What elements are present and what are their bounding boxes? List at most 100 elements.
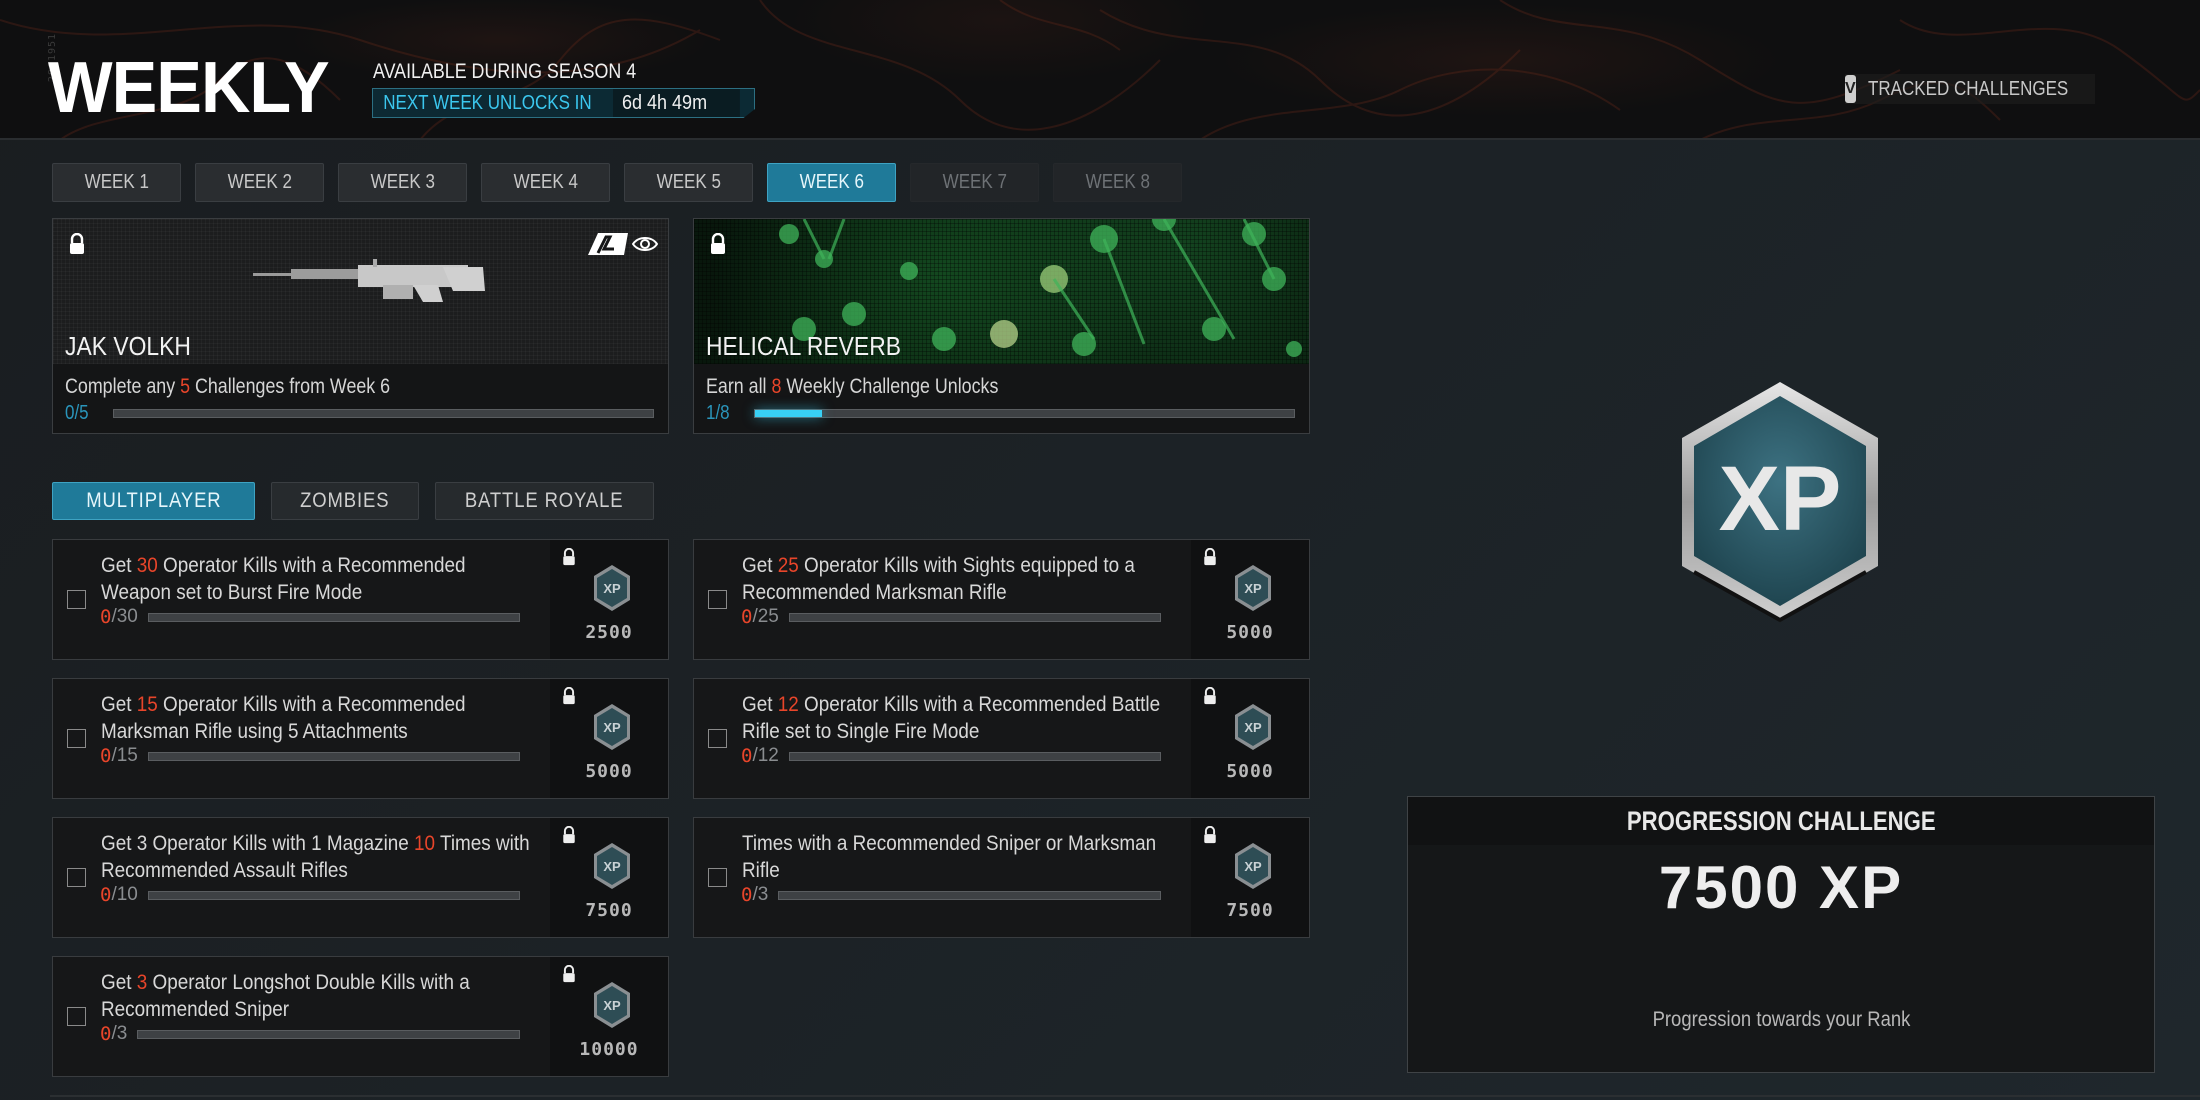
track-checkbox[interactable] [708,729,727,748]
tab-week-8[interactable]: WEEK 8 [1053,163,1182,202]
tab-week-5[interactable]: WEEK 5 [624,163,753,202]
svg-text:XP: XP [603,720,621,735]
reward-card-helical-reverb[interactable]: HELICAL REVERB Earn all 8 Weekly Challen… [693,218,1310,434]
tab-label: WEEK 5 [656,171,721,193]
challenge-description: Get 12 Operator Kills with a Recommended… [742,691,1160,745]
challenge-item[interactable]: Get 3 Operator Kills with 1 Magazine 10 … [52,817,669,938]
track-checkbox[interactable] [708,590,727,609]
tab-label: WEEK 7 [942,171,1007,193]
next-unlock-timer: NEXT WEEK UNLOCKS IN 6d 4h 49m [372,88,755,118]
track-checkbox[interactable] [67,1007,86,1026]
tab-week-2[interactable]: WEEK 2 [195,163,324,202]
progress-current: 0 [100,745,112,767]
desc-highlight: 25 [777,554,799,577]
progress-bar [147,612,520,622]
progress-total: /25 [752,606,779,627]
track-checkbox[interactable] [67,729,86,748]
challenge-progress: 0/3 [100,1023,520,1045]
challenge-item[interactable]: Get 12 Operator Kills with a Recommended… [693,678,1310,799]
xp-reward: XP 7500 [550,818,668,937]
challenge-description: Get 25 Operator Kills with Sights equipp… [742,552,1135,606]
tracked-challenges-button[interactable]: V TRACKED CHALLENGES [1845,74,2095,104]
tab-week-6[interactable]: WEEK 6 [767,163,896,202]
svg-text:XP: XP [1244,859,1262,874]
xp-reward: XP 10000 [550,957,668,1076]
xp-amount: 7500 [1226,900,1274,921]
xp-amount: 5000 [1226,622,1274,643]
week-tabs: WEEK 1 WEEK 2 WEEK 3 WEEK 4 WEEK 5 WEEK … [52,163,1182,202]
progress-current: 0 [741,884,753,906]
progress-current: 0 [100,884,112,906]
svg-text:XP: XP [1244,581,1262,596]
xp-reward: XP 5000 [1191,540,1309,659]
reward-description: Earn all 8 Weekly Challenge Unlocks [706,375,998,399]
tab-week-4[interactable]: WEEK 4 [481,163,610,202]
xp-reward: XP 5000 [550,679,668,798]
challenge-progress: 0/10 [100,884,520,906]
lock-icon [711,233,725,254]
desc-highlight: 5 [180,375,191,398]
xp-token-icon: XP [594,565,630,611]
progress-total: /3 [111,1023,128,1044]
challenge-item[interactable]: Get 3 Operator Longshot Double Kills wit… [52,956,669,1077]
challenge-item[interactable]: Get 25 Operator Kills with Sights equipp… [693,539,1310,660]
page-title: WEEKLY [48,48,330,128]
progress-total: /15 [111,745,138,766]
challenge-description: Get 15 Operator Kills with a Recommended… [101,691,488,745]
progress-bar-fill [755,409,823,417]
xp-reward: XP 5000 [1191,679,1309,798]
progress-current: 0 [100,606,112,628]
desc-text: Get [742,554,778,577]
xp-amount: 5000 [585,761,633,782]
season-label: AVAILABLE DURING SEASON 4 [373,60,637,83]
tab-battle-royale[interactable]: BATTLE ROYALE [435,482,654,520]
challenge-progress: 0/12 [741,745,1161,767]
desc-text: Weekly Challenge Unlocks [781,375,999,398]
progression-title-text: PROGRESSION CHALLENGE [1626,805,1936,836]
challenge-progress: 0/15 [100,745,520,767]
svg-text:XP: XP [603,998,621,1013]
track-checkbox[interactable] [708,868,727,887]
next-unlock-label: NEXT WEEK UNLOCKS IN [373,89,592,117]
challenge-description: Get 30 Operator Kills with a Recommended… [101,552,488,606]
desc-highlight: 10 [414,832,436,855]
progression-title: PROGRESSION CHALLENGE [1408,797,2154,845]
progress-bar [788,612,1161,622]
progress-bar [754,408,1295,418]
challenge-progress: 0/25 [741,606,1161,628]
challenge-item[interactable]: Get 30 Operator Kills with a Recommended… [52,539,669,660]
weapon-blueprint-icon [253,259,485,302]
topographic-background [0,0,2200,138]
tab-zombies[interactable]: ZOMBIES [271,482,419,520]
tab-label: WEEK 6 [799,171,864,193]
footer-divider [50,1095,2200,1097]
track-checkbox[interactable] [67,868,86,887]
desc-highlight: 8 [771,375,782,398]
header: 2901951 WEEKLY AVAILABLE DURING SEASON 4… [0,0,2200,140]
desc-text: Operator Kills with Sights equipped to a… [742,554,1135,604]
tab-label: WEEK 1 [84,171,149,193]
reward-progress: 1/8 [706,402,1295,424]
tab-multiplayer[interactable]: MULTIPLAYER [52,482,255,520]
progress-current: 0 [741,606,753,628]
xp-token-icon: XP [1235,843,1271,889]
tab-week-3[interactable]: WEEK 3 [338,163,467,202]
reward-name: HELICAL REVERB [706,331,901,361]
progress-bar [147,890,520,900]
challenge-item[interactable]: Get 15 Operator Kills with a Recommended… [52,678,669,799]
tab-week-1[interactable]: WEEK 1 [52,163,181,202]
svg-text:XP: XP [1244,720,1262,735]
track-checkbox[interactable] [67,590,86,609]
lock-icon [1204,826,1216,844]
tracked-challenges-label: TRACKED CHALLENGES [1867,77,2068,100]
tab-week-7[interactable]: WEEK 7 [910,163,1039,202]
lock-icon [563,826,575,844]
preview-eye-icon[interactable] [632,233,658,255]
progress-total: /10 [111,884,138,905]
badge-text: XP [1719,448,1842,550]
desc-text: Get [101,693,137,716]
reward-card-jak-volkh[interactable]: JAK VOLKH Complete any 5 Challenges from… [52,218,669,434]
progress-count: 0/5 [65,401,89,424]
challenge-item[interactable]: Times with a Recommended Sniper or Marks… [693,817,1310,938]
lock-icon [1204,548,1216,566]
